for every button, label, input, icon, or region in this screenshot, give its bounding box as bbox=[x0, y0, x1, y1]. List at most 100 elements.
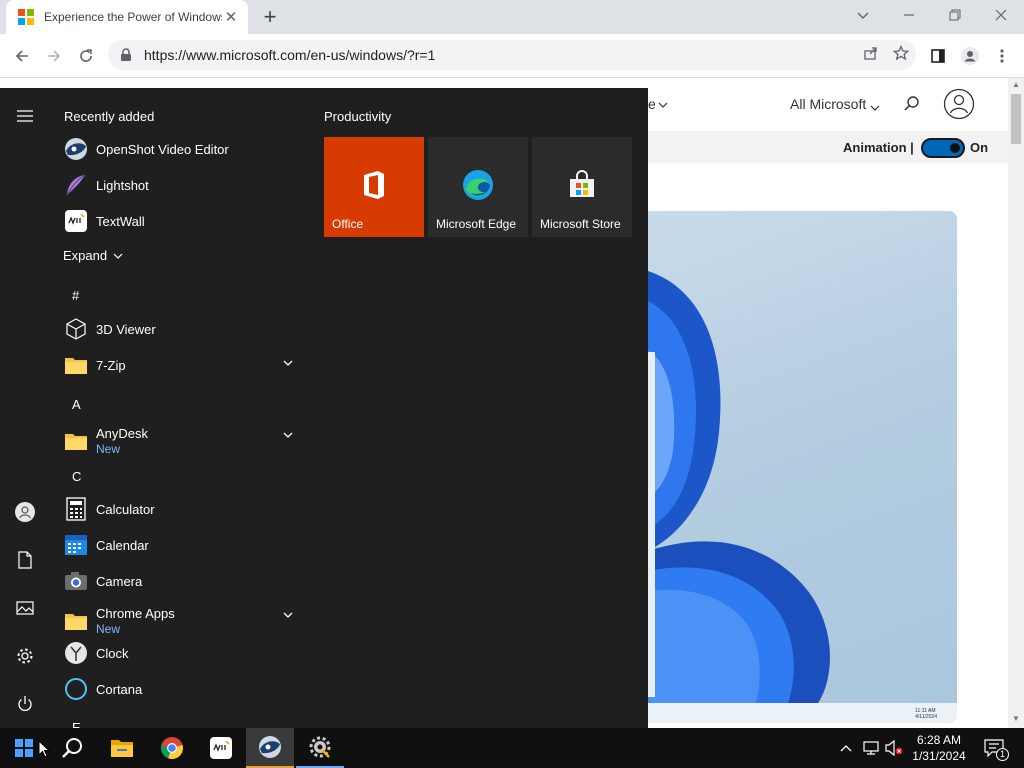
power-icon[interactable] bbox=[13, 692, 37, 716]
chevron-down-icon[interactable] bbox=[658, 97, 668, 115]
scroll-up-icon[interactable]: ▲ bbox=[1011, 80, 1021, 89]
chevron-down-icon[interactable] bbox=[282, 609, 294, 621]
settings-gear-icon bbox=[309, 736, 331, 758]
user-account-icon[interactable] bbox=[13, 500, 37, 524]
app-7-zip[interactable]: 7-Zip bbox=[64, 347, 304, 383]
search-button[interactable] bbox=[48, 728, 96, 768]
app-camera[interactable]: Camera bbox=[64, 563, 304, 599]
kebab-menu-icon[interactable] bbox=[990, 44, 1014, 68]
volume-muted-icon[interactable] bbox=[884, 738, 904, 758]
app-textwall[interactable]: TextWall bbox=[64, 203, 304, 239]
chevron-up-icon[interactable] bbox=[836, 738, 856, 758]
lightshot-feather-icon bbox=[64, 173, 88, 197]
hero-clock: 11:11 AM 4/11/2024 bbox=[915, 708, 937, 720]
forward-arrow-icon[interactable] bbox=[42, 44, 66, 68]
new-badge: New bbox=[96, 622, 121, 636]
app-cortana[interactable]: Cortana bbox=[64, 671, 304, 707]
hamburger-menu-icon[interactable] bbox=[13, 104, 37, 128]
bookmark-star-icon[interactable] bbox=[886, 44, 916, 65]
notification-count-badge: 1 bbox=[996, 748, 1009, 761]
scrollbar-thumb[interactable] bbox=[1011, 94, 1021, 144]
taskbar-clock[interactable]: 6:28 AM 1/31/2024 bbox=[906, 732, 972, 764]
chevron-down-icon[interactable] bbox=[282, 429, 294, 441]
browser-tab[interactable]: Experience the Power of Windows ✕ bbox=[6, 0, 248, 34]
openshot-icon bbox=[259, 736, 281, 758]
tile-microsoft-edge[interactable]: Microsoft Edge bbox=[428, 137, 528, 237]
animation-state: On bbox=[970, 140, 989, 155]
animation-toggle[interactable] bbox=[921, 138, 965, 158]
account-avatar-icon[interactable] bbox=[943, 88, 975, 125]
taskbar-openshot[interactable] bbox=[246, 728, 294, 768]
microsoft-logo-icon bbox=[18, 9, 34, 25]
app-clock[interactable]: Clock bbox=[64, 635, 304, 671]
tiles-group-heading: Productivity bbox=[324, 109, 392, 124]
taskbar-textwall[interactable] bbox=[197, 728, 245, 768]
share-icon[interactable] bbox=[856, 45, 886, 65]
scroll-down-icon[interactable]: ▼ bbox=[1011, 714, 1021, 723]
restore-icon[interactable] bbox=[940, 3, 970, 27]
clock-date: 1/31/2024 bbox=[912, 749, 966, 763]
url-text[interactable]: https://www.microsoft.com/en-us/windows/… bbox=[144, 47, 856, 63]
expand-button[interactable]: Expand bbox=[63, 248, 123, 263]
taskbar: 6:28 AM 1/31/2024 1 bbox=[0, 728, 1024, 768]
close-window-icon[interactable] bbox=[986, 3, 1016, 27]
profile-avatar-icon[interactable] bbox=[958, 44, 982, 68]
start-menu-rail bbox=[0, 88, 50, 728]
folder-icon bbox=[64, 609, 88, 633]
app-openshot[interactable]: OpenShot Video Editor bbox=[64, 131, 304, 167]
settings-gear-icon[interactable] bbox=[13, 644, 37, 668]
search-icon[interactable] bbox=[903, 95, 921, 118]
side-panel-icon[interactable] bbox=[926, 44, 950, 68]
tab-close-icon[interactable]: ✕ bbox=[222, 8, 240, 26]
hero-taskbar bbox=[648, 703, 957, 723]
back-arrow-icon[interactable] bbox=[10, 44, 34, 68]
taskbar-file-explorer[interactable] bbox=[98, 728, 146, 768]
page-scrollbar[interactable]: ▲ ▼ bbox=[1008, 78, 1024, 728]
animation-label: Animation | bbox=[843, 140, 914, 155]
clock-time: 6:28 AM bbox=[916, 733, 962, 747]
minimize-icon[interactable] bbox=[894, 3, 924, 27]
chevron-down-icon[interactable] bbox=[870, 100, 880, 118]
letter-header-hash[interactable]: # bbox=[72, 288, 79, 303]
windows-logo-icon bbox=[15, 739, 33, 757]
textwall-icon bbox=[64, 209, 88, 233]
app-lightshot[interactable]: Lightshot bbox=[64, 167, 304, 203]
address-bar[interactable]: https://www.microsoft.com/en-us/windows/… bbox=[108, 40, 916, 70]
app-calendar[interactable]: Calendar bbox=[64, 527, 304, 563]
letter-header-e[interactable]: E bbox=[72, 720, 81, 728]
edge-logo-icon bbox=[463, 170, 493, 200]
calculator-icon bbox=[64, 497, 88, 521]
app-anydesk[interactable]: AnyDesk New bbox=[64, 419, 304, 463]
camera-icon bbox=[64, 569, 88, 593]
letter-header-c[interactable]: C bbox=[72, 469, 81, 484]
documents-icon[interactable] bbox=[13, 548, 37, 572]
clock-icon bbox=[64, 641, 88, 665]
office-logo-icon bbox=[364, 171, 384, 199]
tab-search-chevron-icon[interactable] bbox=[848, 3, 878, 27]
browser-toolbar: https://www.microsoft.com/en-us/windows/… bbox=[0, 34, 1024, 78]
taskbar-chrome[interactable] bbox=[148, 728, 196, 768]
tile-microsoft-store[interactable]: Microsoft Store bbox=[532, 137, 632, 237]
chevron-down-icon bbox=[113, 253, 123, 259]
windows-bloom-image bbox=[648, 271, 830, 703]
tile-office[interactable]: Office bbox=[324, 137, 424, 237]
start-menu: Recently added OpenShot Video Editor Lig… bbox=[0, 88, 648, 728]
taskbar-settings-app[interactable] bbox=[296, 728, 344, 768]
app-3d-viewer[interactable]: 3D Viewer bbox=[64, 311, 304, 347]
chrome-icon bbox=[161, 737, 183, 760]
reload-icon[interactable] bbox=[74, 44, 98, 68]
all-microsoft-menu[interactable]: All Microsoft bbox=[790, 96, 866, 112]
network-icon[interactable] bbox=[861, 738, 881, 758]
textwall-icon bbox=[210, 737, 232, 759]
letter-header-a[interactable]: A bbox=[72, 397, 81, 412]
pictures-icon[interactable] bbox=[13, 596, 37, 620]
chevron-down-icon[interactable] bbox=[282, 357, 294, 369]
site-nav-partial[interactable]: e bbox=[648, 96, 656, 112]
calendar-icon bbox=[64, 533, 88, 557]
app-calculator[interactable]: Calculator bbox=[64, 491, 304, 527]
new-tab-button[interactable]: + bbox=[258, 4, 282, 29]
store-bag-icon bbox=[570, 170, 594, 197]
search-icon bbox=[62, 738, 82, 758]
lock-icon[interactable] bbox=[120, 48, 134, 62]
site-header: e All Microsoft bbox=[648, 88, 1008, 120]
